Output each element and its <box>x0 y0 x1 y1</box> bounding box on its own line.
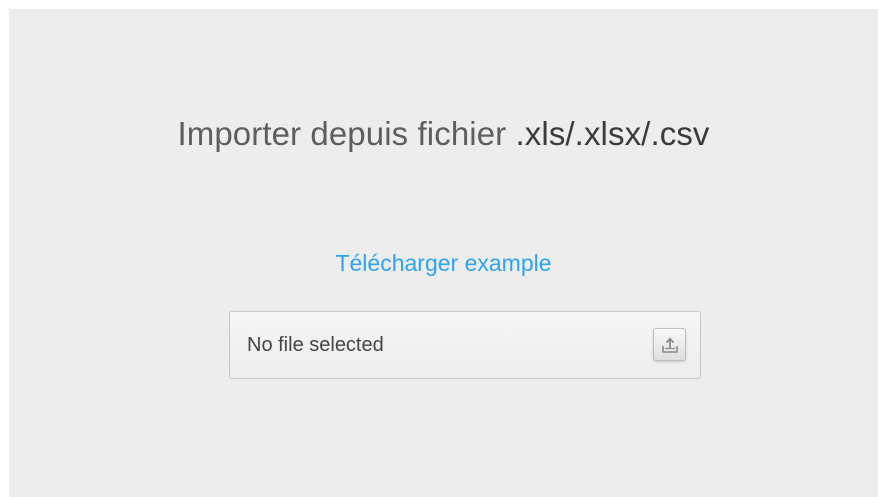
upload-button[interactable] <box>653 328 686 361</box>
download-example-link[interactable]: Télécharger example <box>9 250 878 277</box>
file-input[interactable]: No file selected <box>229 311 701 379</box>
page-title: Importer depuis fichier .xls/.xlsx/.csv <box>9 115 878 153</box>
title-text: Importer depuis fichier <box>177 115 516 152</box>
upload-icon <box>661 336 679 354</box>
file-status-text: No file selected <box>247 334 384 356</box>
import-panel: Importer depuis fichier .xls/.xlsx/.csv … <box>9 9 878 497</box>
title-extensions: .xls/.xlsx/.csv <box>515 115 710 152</box>
